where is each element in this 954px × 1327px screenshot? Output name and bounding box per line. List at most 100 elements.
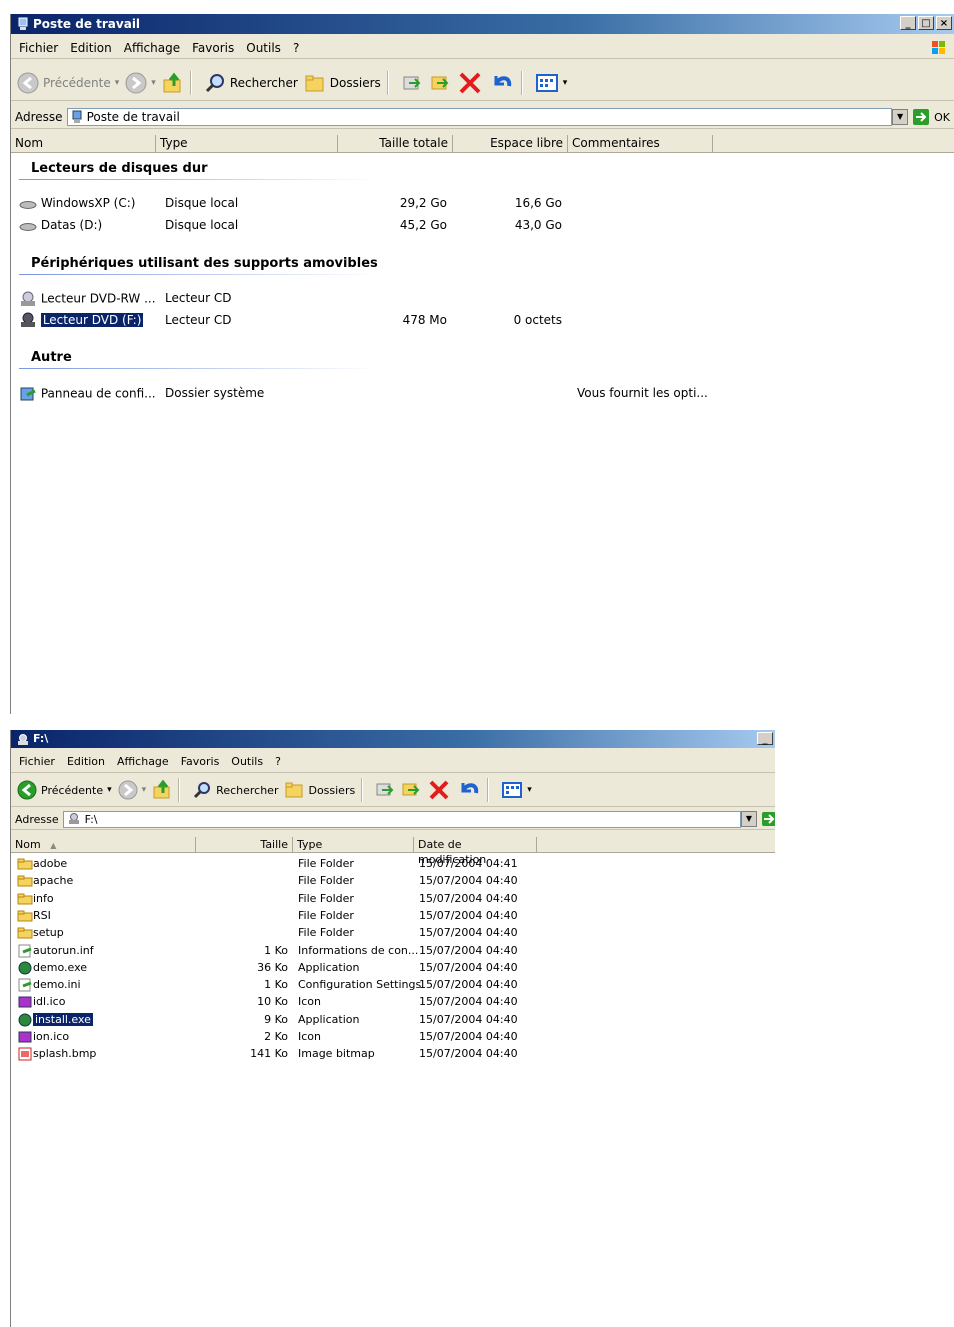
address-input[interactable]: F:\ (62, 810, 741, 828)
item-name: Panneau de confi... (40, 386, 156, 401)
file-date: 15/07/2004 04:40 (419, 926, 518, 940)
delete-button[interactable] (427, 778, 451, 802)
icon-file-icon (18, 996, 32, 1008)
file-name-cell: ion.ico (17, 1030, 69, 1044)
copy-to-button[interactable] (401, 780, 421, 800)
column-comments[interactable]: Commentaires (568, 135, 713, 152)
folder-up-icon (163, 72, 181, 93)
menu-fichier[interactable]: Fichier (19, 41, 58, 55)
back-button[interactable]: Précédente ▾ (17, 780, 112, 800)
chevron-down-icon[interactable]: ▾ (151, 78, 156, 88)
file-name: ion.ico (33, 1030, 70, 1043)
title-bar[interactable]: Poste de travail _ □ × (11, 14, 954, 34)
file-list-pane: Nom Type Taille totale Espace libre Comm… (11, 135, 954, 714)
column-nom[interactable]: Nom ▲ (11, 837, 196, 852)
menu-affichage[interactable]: Affichage (124, 41, 180, 55)
up-folder-button[interactable] (162, 72, 184, 94)
column-type[interactable]: Type (293, 837, 414, 852)
list-item-selected[interactable]: Lecteur DVD (F:) (19, 312, 144, 328)
forward-button[interactable]: ▾ (118, 780, 147, 800)
menu-outils[interactable]: Outils (231, 755, 263, 768)
address-input[interactable]: Poste de travail (66, 108, 893, 126)
file-row[interactable]: splash.bmp 141 Ko Image bitmap 15/07/2004 0… (11, 1047, 611, 1063)
file-row[interactable]: demo.ini 1 Ko Configuration Settings 15/07/… (11, 978, 611, 994)
undo-button[interactable] (489, 70, 515, 96)
address-bar: Adresse Poste de travail ▼ OK (11, 106, 954, 129)
toolbar: Précédente ▾ ▾ Rechercher Dossiers ▾ (11, 774, 775, 807)
file-row[interactable]: adobe File Folder 15/07/2004 04:41 (11, 857, 611, 873)
file-row[interactable]: demo.exe 36 Ko Application 15/07/2004 04:40 (11, 961, 611, 977)
chevron-down-icon[interactable]: ▾ (563, 78, 568, 88)
search-button[interactable]: Rechercher (192, 780, 278, 800)
menu-affichage[interactable]: Affichage (117, 755, 169, 768)
go-button[interactable]: OK (912, 108, 950, 126)
undo-button[interactable] (457, 778, 481, 802)
group-removable: Périphériques utilisant des supports amo… (31, 256, 378, 271)
file-row[interactable]: ion.ico 2 Ko Icon 15/07/2004 04:40 (11, 1030, 611, 1046)
delete-button[interactable] (457, 70, 483, 96)
forward-arrow-icon (125, 72, 147, 94)
minimize-button[interactable]: _ (757, 732, 773, 745)
address-label: Adresse (15, 110, 63, 124)
menu-favoris[interactable]: Favoris (181, 755, 220, 768)
minimize-button[interactable]: _ (900, 16, 916, 30)
views-button[interactable]: ▾ (535, 72, 568, 94)
file-name-cell: splash.bmp (17, 1047, 96, 1061)
list-item[interactable]: Lecteur DVD-RW ... (19, 291, 156, 307)
move-to-button[interactable] (401, 72, 423, 94)
menu-outils[interactable]: Outils (246, 41, 281, 55)
address-dropdown-button[interactable]: ▼ (892, 109, 909, 125)
menu-fichier[interactable]: Fichier (19, 755, 55, 768)
list-item[interactable]: WindowsXP (C:) (19, 196, 135, 210)
folders-button[interactable]: Dossiers (304, 72, 381, 94)
up-folder-button[interactable] (152, 780, 172, 800)
maximize-button[interactable]: □ (918, 16, 934, 30)
file-row[interactable]: setup File Folder 15/07/2004 04:40 (11, 926, 611, 942)
file-row[interactable]: install.exe 9 Ko Application 15/07/2004 04:… (11, 1012, 611, 1029)
title-bar[interactable]: F:\ _ (11, 730, 775, 748)
hard-drive-icon (19, 200, 37, 209)
list-item[interactable]: Datas (D:) (19, 218, 102, 232)
chevron-down-icon[interactable]: ▾ (107, 785, 112, 795)
file-type: Application (298, 960, 360, 974)
column-type[interactable]: Type (156, 135, 338, 152)
go-button[interactable] (761, 811, 775, 827)
column-total-size[interactable]: Taille totale (338, 135, 453, 152)
menu-favoris[interactable]: Favoris (192, 41, 234, 55)
views-button[interactable]: ▾ (501, 780, 532, 800)
chevron-down-icon[interactable]: ▾ (527, 785, 532, 795)
chevron-down-icon[interactable]: ▾ (115, 78, 120, 88)
toolbar-separator (178, 778, 181, 802)
search-button[interactable]: Rechercher (204, 72, 298, 94)
file-row[interactable]: idl.ico 10 Ko Icon 15/07/2004 04:40 (11, 995, 611, 1011)
forward-arrow-icon (118, 780, 138, 800)
move-to-button[interactable] (375, 780, 395, 800)
file-row[interactable]: info File Folder 15/07/2004 04:40 (11, 892, 611, 908)
folders-button[interactable]: Dossiers (284, 780, 355, 800)
menu-edition[interactable]: Edition (67, 755, 105, 768)
menu-help[interactable]: ? (275, 755, 281, 768)
file-row[interactable]: RSI File Folder 15/07/2004 04:40 (11, 909, 611, 925)
file-row[interactable]: apache File Folder 15/07/2004 04:40 (11, 874, 611, 890)
menu-help[interactable]: ? (293, 41, 299, 55)
address-value: F:\ (84, 812, 98, 826)
window-title: Poste de travail (33, 17, 141, 31)
menu-edition[interactable]: Edition (70, 41, 112, 55)
list-item[interactable]: Panneau de confi... (19, 386, 156, 402)
back-button[interactable]: Précédente ▾ (17, 72, 119, 94)
forward-button[interactable]: ▾ (125, 72, 156, 94)
address-dropdown-button[interactable]: ▼ (741, 811, 757, 827)
address-value: Poste de travail (86, 110, 180, 124)
item-type: Dossier système (165, 386, 265, 400)
column-date[interactable]: Date de modification (414, 837, 537, 866)
chevron-down-icon[interactable]: ▾ (142, 785, 147, 795)
dvd-drive-icon (21, 312, 35, 327)
settings-file-icon (18, 978, 32, 992)
column-nom[interactable]: Nom (11, 135, 156, 152)
item-type: Disque local (165, 218, 239, 232)
copy-to-button[interactable] (429, 72, 451, 94)
file-row[interactable]: autorun.inf 1 Ko Informations de con... 15/… (11, 944, 611, 960)
close-button[interactable]: × (936, 16, 952, 30)
column-size[interactable]: Taille (196, 837, 293, 852)
column-free-space[interactable]: Espace libre (453, 135, 568, 152)
